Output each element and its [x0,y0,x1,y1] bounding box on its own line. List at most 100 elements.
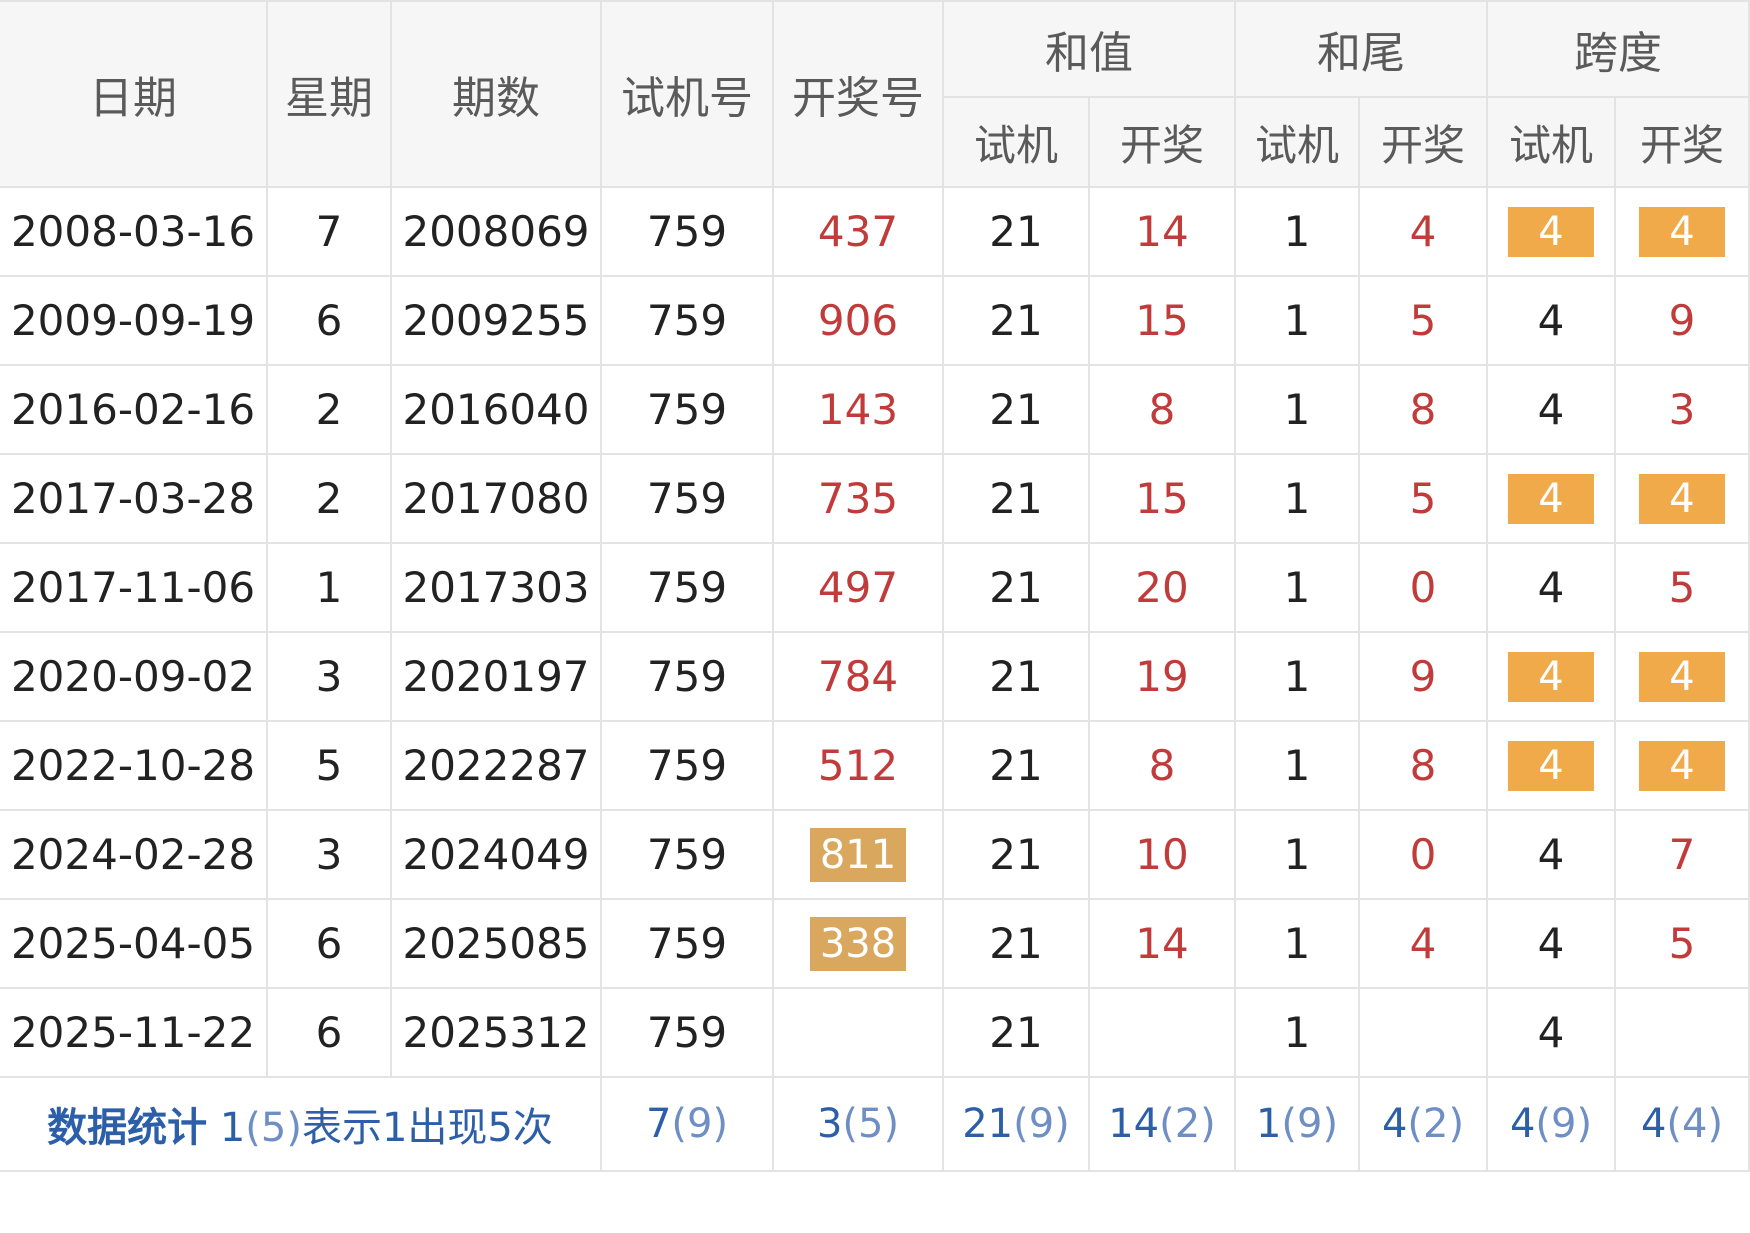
cell-issue: 2025312 [390,987,602,1078]
table-row: 2025-11-22 6 2025312 759 21 1 4 [0,987,1750,1078]
cell-test-number: 759 [600,809,774,900]
stats-sum-test: 21(9) [942,1076,1090,1172]
stats-value: 14 [1108,1101,1160,1147]
cell-sum-draw: 14 [1088,898,1236,989]
cell-sum-draw: 15 [1088,453,1236,544]
cell-date: 2025-11-22 [0,987,268,1078]
cell-tail-test: 1 [1234,809,1360,900]
cell-tail-draw [1358,987,1488,1078]
cell-test-number: 759 [600,364,774,455]
cell-sum-test: 21 [942,275,1090,366]
highlight-badge: 4 [1639,474,1725,524]
header-tail-group: 和尾 [1234,0,1488,98]
header-date: 日期 [0,0,268,188]
stats-note-text: 表示1出现5次 [301,1105,553,1151]
cell-tail-test: 1 [1234,364,1360,455]
stats-draw-number: 3(5) [772,1076,944,1172]
cell-span-draw [1614,987,1750,1078]
cell-sum-draw: 19 [1088,631,1236,722]
cell-test-number: 759 [600,542,774,633]
table-row: 2025-04-05 6 2025085 759 338 21 14 1 4 4 5 [0,898,1750,989]
cell-span-draw: 4 [1614,631,1750,722]
cell-test-number: 759 [600,631,774,722]
header-sum-test: 试机 [942,96,1090,188]
cell-sum-draw: 10 [1088,809,1236,900]
header-span-draw: 开奖 [1614,96,1750,188]
stats-test-number: 7(9) [600,1076,774,1172]
cell-date: 2017-11-06 [0,542,268,633]
cell-span-test: 4 [1486,364,1616,455]
cell-sum-draw: 8 [1088,364,1236,455]
cell-tail-test: 1 [1234,898,1360,989]
header-tail-test: 试机 [1234,96,1360,188]
cell-issue: 2017080 [390,453,602,544]
cell-draw-number: 497 [772,542,944,633]
cell-weekday: 5 [266,720,392,811]
cell-draw-number: 143 [772,364,944,455]
stats-span-test: 4(9) [1486,1076,1616,1172]
table-header: 日期 星期 期数 试机号 开奖号 和值 和尾 跨度 试机 开奖 试机 开奖 试机… [0,0,1750,188]
cell-span-draw: 4 [1614,453,1750,544]
cell-issue: 2025085 [390,898,602,989]
cell-tail-draw: 4 [1358,898,1488,989]
highlight-badge: 4 [1508,741,1594,791]
cell-draw-number: 735 [772,453,944,544]
stats-value: 4 [1509,1101,1536,1147]
table-body: 2008-03-16 7 2008069 759 437 21 14 1 4 4 4 2009-09-… [0,186,1750,1078]
cell-issue: 2020197 [390,631,602,722]
table-row: 2022-10-28 5 2022287 759 512 21 8 1 8 4 4 [0,720,1750,811]
table-row: 2016-02-16 2 2016040 759 143 21 8 1 8 4 3 [0,364,1750,455]
cell-weekday: 3 [266,809,392,900]
highlight-badge: 811 [810,827,906,882]
cell-span-test: 4 [1486,275,1616,366]
cell-sum-draw: 8 [1088,720,1236,811]
cell-span-test: 4 [1486,720,1616,811]
cell-tail-draw: 8 [1358,364,1488,455]
cell-sum-draw [1088,987,1236,1078]
cell-draw-number [772,987,944,1078]
stats-count: (9) [1281,1101,1339,1147]
cell-weekday: 2 [266,453,392,544]
stats-value: 1 [1255,1101,1282,1147]
stats-count: (9) [1535,1101,1593,1147]
cell-sum-draw: 20 [1088,542,1236,633]
header-weekday: 星期 [266,0,392,188]
cell-test-number: 759 [600,453,774,544]
cell-tail-draw: 0 [1358,809,1488,900]
cell-tail-draw: 5 [1358,275,1488,366]
highlight-badge: 4 [1639,207,1725,257]
stats-count: (5) [842,1101,900,1147]
cell-date: 2008-03-16 [0,186,268,277]
cell-tail-test: 1 [1234,186,1360,277]
stats-value: 21 [962,1101,1014,1147]
cell-test-number: 759 [600,898,774,989]
cell-test-number: 759 [600,275,774,366]
cell-weekday: 1 [266,542,392,633]
cell-span-test: 4 [1486,898,1616,989]
cell-sum-draw: 15 [1088,275,1236,366]
cell-weekday: 3 [266,631,392,722]
cell-draw-number: 512 [772,720,944,811]
stats-value: 7 [645,1101,672,1147]
cell-tail-test: 1 [1234,275,1360,366]
stats-label-cell: 数据统计 1(5)表示1出现5次 [0,1076,602,1172]
stats-tail-test: 1(9) [1234,1076,1360,1172]
header-test-number: 试机号 [600,0,774,188]
cell-date: 2017-03-28 [0,453,268,544]
cell-span-draw: 3 [1614,364,1750,455]
highlight-badge: 4 [1639,652,1725,702]
cell-tail-test: 1 [1234,453,1360,544]
table-row: 2017-03-28 2 2017080 759 735 21 15 1 5 4 4 [0,453,1750,544]
cell-span-test: 4 [1486,809,1616,900]
cell-sum-test: 21 [942,186,1090,277]
stats-value: 4 [1640,1101,1667,1147]
cell-draw-number: 784 [772,631,944,722]
table-row: 2020-09-02 3 2020197 759 784 21 19 1 9 4 4 [0,631,1750,722]
cell-span-draw: 5 [1614,542,1750,633]
stats-count: (9) [671,1101,729,1147]
highlight-badge: 4 [1508,474,1594,524]
cell-draw-number: 906 [772,275,944,366]
stats-title: 数据统计 [47,1105,208,1151]
cell-draw-number: 811 [772,809,944,900]
cell-date: 2025-04-05 [0,898,268,989]
